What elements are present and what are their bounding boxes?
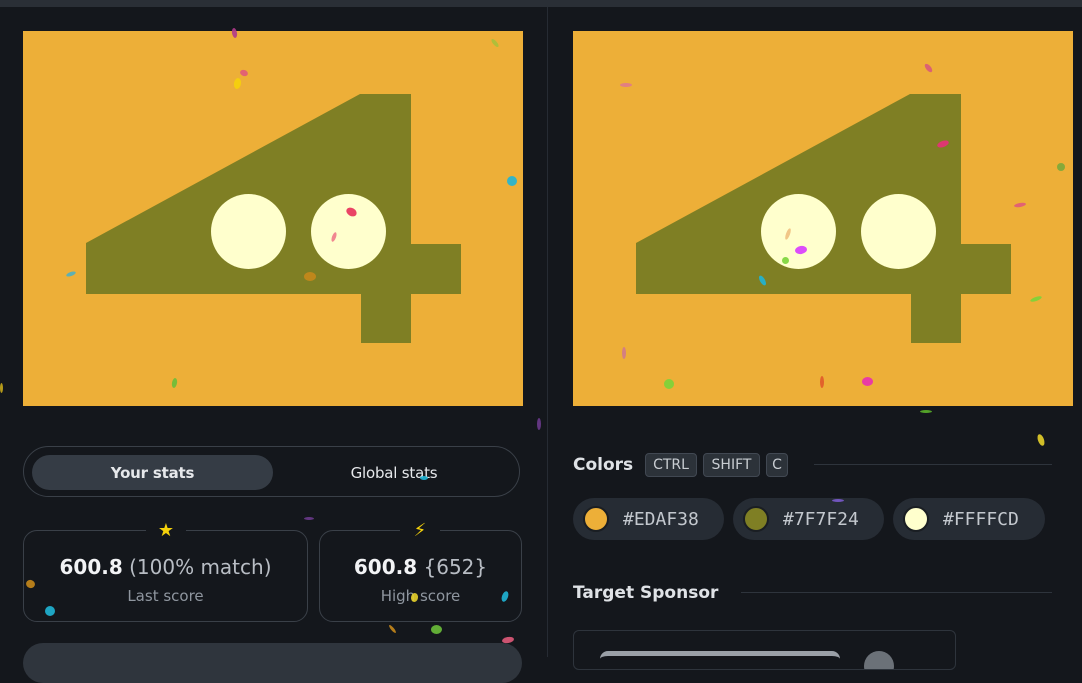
confetti-piece [537,418,541,430]
color-dot [903,506,929,532]
confetti-piece [304,517,314,520]
last-score-value: 600.8 (100% match) [24,555,307,579]
colors-title: Colors [573,455,634,475]
right-eye-circle [311,194,386,269]
last-score-number: 600.8 [59,555,123,579]
color-hex: #FFFFCD [943,508,1019,530]
confetti-piece [920,410,932,413]
sponsor-card[interactable] [573,630,956,670]
confetti-piece [431,625,442,634]
shortcut-key-c: C [766,453,788,477]
high-score-card: ⚡ 600.8 {652} High score [319,519,522,622]
colors-divider [814,464,1052,465]
color-dot [583,506,609,532]
confetti-piece [388,624,397,634]
high-score-rank: {652} [423,555,488,579]
color-dot [743,506,769,532]
lightning-icon: ⚡ [400,519,440,541]
color-hex: #7F7F24 [783,508,859,530]
last-score-card: ★ 600.8 (100% match) Last score [23,519,308,622]
right-eye-circle [861,194,936,269]
shortcut-key-ctrl: CTRL [645,453,697,477]
last-score-match: (100% match) [129,555,272,579]
sponsor-logo-mark [864,651,894,669]
stats-toggle: Your stats Global stats [23,446,520,497]
high-score-label: High score [380,587,461,605]
left-eye-circle [761,194,836,269]
left-eye-circle [211,194,286,269]
high-score-number: 600.8 [353,555,418,579]
user-output-canvas [23,31,523,406]
star-icon: ★ [146,519,186,541]
color-hex: #EDAF38 [623,508,699,530]
tab-your-stats[interactable]: Your stats [32,455,273,490]
confetti-piece [1036,433,1046,447]
color-swatch[interactable]: #7F7F24 [733,498,884,540]
sponsor-logo [600,651,840,669]
target-sponsor-title: Target Sponsor [573,583,719,603]
shortcut-key-shift: SHIFT [703,453,760,477]
tab-global-stats[interactable]: Global stats [276,455,512,490]
sponsor-divider [741,592,1052,593]
last-score-label: Last score [127,587,204,605]
high-score-value: 600.8 {652} [320,555,521,579]
confetti-piece [0,383,3,393]
color-swatch[interactable]: #FFFFCD [893,498,1045,540]
color-swatch[interactable]: #EDAF38 [573,498,724,540]
top-bar [0,0,1082,7]
bottom-action-button[interactable] [23,643,522,683]
panel-divider [547,7,548,657]
target-image-canvas [573,31,1073,406]
